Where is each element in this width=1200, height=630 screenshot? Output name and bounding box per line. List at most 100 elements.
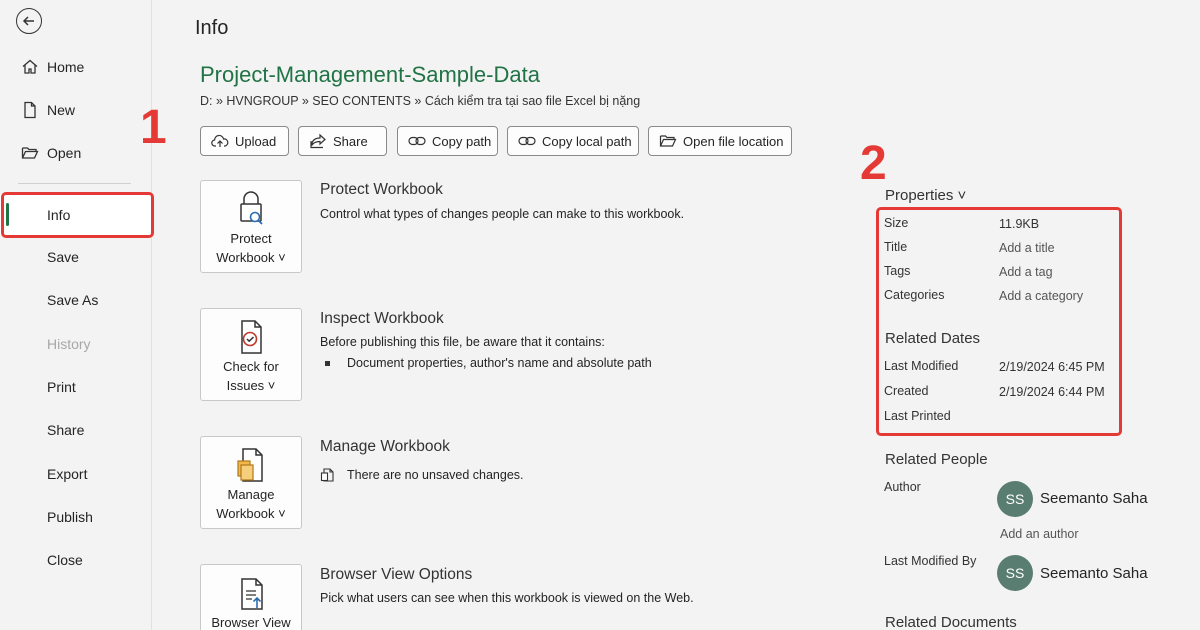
categories-field[interactable]: Add a category [999, 289, 1083, 303]
manage-workbook-button[interactable]: Manage Workbook ˅ [200, 436, 302, 529]
sidebar-item-print[interactable]: Print [0, 368, 152, 406]
link-icon [408, 132, 426, 150]
property-value-size: 11.9KB [999, 217, 1040, 231]
page-title: Info [195, 17, 229, 39]
toolbar-label: Share [333, 133, 368, 149]
property-value-last-modified: 2/19/2024 6:45 PM [999, 360, 1105, 374]
property-label-last-modified: Last Modified [884, 359, 959, 373]
button-caption: Issues ˅ [226, 378, 276, 393]
bullet-text: Document properties, author's name and a… [347, 356, 652, 370]
list-item: Document properties, author's name and a… [325, 356, 652, 370]
upload-button[interactable]: Upload [200, 126, 289, 156]
annotation-number-1: 1 [140, 101, 167, 154]
property-value-created: 2/19/2024 6:44 PM [999, 385, 1105, 399]
related-dates-heading: Related Dates [885, 330, 981, 347]
sidebar-item-label: Print [47, 379, 76, 395]
open-file-location-button[interactable]: Open file location [648, 126, 792, 156]
button-caption: Protect [230, 231, 272, 246]
sidebar-divider [18, 183, 131, 184]
sidebar-item-open[interactable]: Open [0, 134, 152, 172]
related-people-heading: Related People [885, 451, 988, 468]
lock-document-icon [233, 190, 269, 228]
add-author-link[interactable]: Add an author [1000, 527, 1079, 541]
toolbar-label: Copy local path [542, 133, 632, 149]
link-icon [518, 132, 536, 150]
inspect-document-icon [233, 318, 269, 356]
sidebar-item-new[interactable]: New [0, 91, 152, 129]
properties-dropdown[interactable]: Properties ˅ [885, 187, 966, 204]
annotation-number-2: 2 [860, 137, 887, 190]
property-label-categories: Categories [884, 288, 945, 302]
toolbar-label: Upload [235, 133, 277, 149]
toolbar-label: Open file location [683, 133, 784, 149]
back-button[interactable] [16, 8, 42, 34]
protect-workbook-button[interactable]: Protect Workbook ˅ [200, 180, 302, 273]
browser-view-icon [233, 574, 269, 612]
section-description: Before publishing this file, be aware th… [320, 335, 605, 349]
related-documents-heading: Related Documents [885, 614, 1017, 630]
title-field[interactable]: Add a title [999, 241, 1055, 255]
sidebar-item-export[interactable]: Export [0, 455, 152, 493]
upload-cloud-icon [211, 132, 229, 150]
author-name[interactable]: Seemanto Saha [1040, 490, 1148, 507]
new-document-icon [21, 101, 39, 119]
sidebar-item-label: Close [47, 552, 83, 568]
status-line: There are no unsaved changes. [320, 467, 524, 483]
modifier-name[interactable]: Seemanto Saha [1040, 565, 1148, 582]
share-icon [309, 132, 327, 150]
sidebar-item-label: Publish [47, 509, 93, 525]
copy-path-button[interactable]: Copy path [397, 126, 498, 156]
sidebar-item-label: Save [47, 249, 79, 265]
open-folder-icon [21, 144, 39, 162]
browser-view-options-button[interactable]: Browser View [200, 564, 302, 630]
section-title: Manage Workbook [320, 438, 450, 455]
bullet [325, 360, 330, 366]
sidebar-item-save-as[interactable]: Save As [0, 281, 152, 319]
sidebar-item-label: Open [47, 145, 82, 161]
button-caption: Browser View [211, 615, 291, 630]
property-label-title: Title [884, 240, 908, 254]
sidebar-item-label: New [47, 102, 76, 118]
backstage-sidebar: Home New Open Info Save Save As History … [0, 0, 152, 630]
section-description: Pick what users can see when this workbo… [320, 591, 694, 605]
button-caption: Workbook ˅ [216, 250, 286, 265]
home-icon [21, 58, 39, 76]
back-arrow-icon [22, 16, 34, 26]
sidebar-item-publish[interactable]: Publish [0, 498, 152, 536]
sidebar-item-label: Share [47, 422, 85, 438]
button-caption: Check for [223, 359, 279, 374]
highlight-box-info [1, 192, 154, 238]
button-caption: Workbook ˅ [216, 506, 286, 521]
button-caption: Manage [227, 487, 275, 502]
author-avatar[interactable]: SS [997, 481, 1033, 517]
tags-field[interactable]: Add a tag [999, 265, 1053, 279]
property-label-tags: Tags [884, 264, 911, 278]
sidebar-item-history: History [0, 325, 152, 363]
toolbar-label: Copy path [432, 133, 492, 149]
section-description: There are no unsaved changes. [347, 468, 524, 482]
property-label-author: Author [884, 480, 921, 494]
property-label-last-modified-by: Last Modified By [884, 554, 977, 568]
modifier-avatar[interactable]: SS [997, 555, 1033, 591]
file-title: Project-Management-Sample-Data [200, 62, 540, 87]
property-label-last-printed: Last Printed [884, 409, 951, 423]
file-path-breadcrumb: D: » HVNGROUP » SEO CONTENTS » Cách kiểm… [200, 94, 641, 108]
sidebar-item-label: History [47, 336, 91, 352]
sidebar-item-save[interactable]: Save [0, 238, 152, 276]
section-title: Inspect Workbook [320, 310, 444, 327]
sidebar-item-label: Home [47, 59, 85, 75]
sidebar-item-label: Save As [47, 292, 99, 308]
sidebar-item-share[interactable]: Share [0, 411, 152, 449]
unsaved-changes-icon [320, 467, 336, 483]
copy-local-path-button[interactable]: Copy local path [507, 126, 639, 156]
sidebar-item-label: Export [47, 466, 88, 482]
sidebar-item-close[interactable]: Close [0, 541, 152, 579]
section-title: Browser View Options [320, 566, 473, 583]
check-for-issues-button[interactable]: Check for Issues ˅ [200, 308, 302, 401]
folder-icon [659, 132, 677, 150]
sidebar-item-home[interactable]: Home [0, 48, 152, 86]
manage-document-icon [233, 446, 269, 484]
share-button[interactable]: Share [298, 126, 387, 156]
section-title: Protect Workbook [320, 181, 443, 198]
property-label-size: Size [884, 216, 909, 230]
